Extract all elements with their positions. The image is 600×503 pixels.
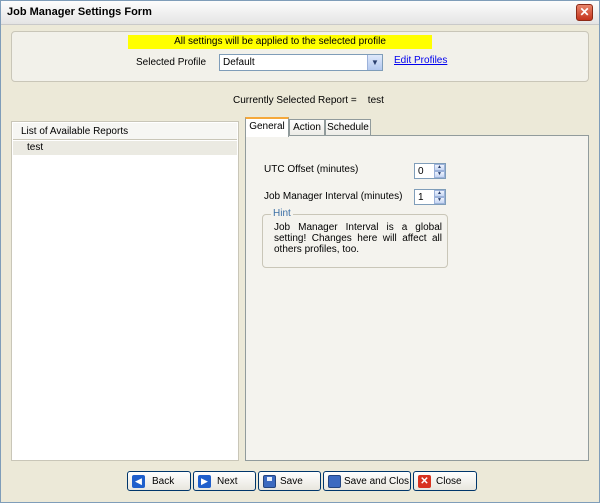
- spin-down-icon[interactable]: ▼: [434, 197, 445, 204]
- list-item-label: test: [27, 142, 44, 153]
- current-report-line: Currently Selected Report = test: [233, 95, 384, 106]
- interval-label: Job Manager Interval (minutes): [264, 191, 403, 202]
- tab-schedule[interactable]: Schedule: [325, 119, 371, 136]
- back-button[interactable]: ◀ Back: [127, 471, 191, 491]
- next-button-label: Next: [217, 476, 238, 487]
- selected-profile-label: Selected Profile: [136, 57, 207, 68]
- arrow-right-icon: ▶: [198, 475, 211, 488]
- arrow-left-icon: ◀: [132, 475, 145, 488]
- general-tab-panel: UTC Offset (minutes) 0 ▲ ▼ Job Manager I…: [245, 135, 589, 461]
- save-button-label: Save: [280, 476, 303, 487]
- chevron-down-icon[interactable]: ▼: [367, 55, 382, 70]
- profile-select[interactable]: Default ▼: [219, 54, 383, 71]
- title-bar[interactable]: Job Manager Settings Form ✕: [1, 1, 599, 25]
- interval-value: 1: [418, 192, 424, 203]
- window-title: Job Manager Settings Form: [7, 6, 152, 18]
- list-item[interactable]: test: [13, 141, 237, 155]
- tab-action[interactable]: Action: [289, 119, 325, 136]
- reports-list-header[interactable]: List of Available Reports: [13, 123, 237, 140]
- save-button[interactable]: Save: [258, 471, 321, 491]
- spin-up-icon[interactable]: ▲: [434, 164, 445, 171]
- hint-text: Job Manager Interval is a global setting…: [274, 222, 442, 255]
- tab-schedule-label: Schedule: [327, 122, 369, 133]
- button-bar: ◀ Back ▶ Next Save Save and Clos ✕ Close: [1, 468, 599, 502]
- back-button-label: Back: [152, 476, 175, 487]
- spin-up-icon[interactable]: ▲: [434, 190, 445, 197]
- save-and-close-icon: [328, 475, 341, 488]
- save-and-close-button-label: Save and Clos: [344, 476, 410, 487]
- close-button-label: Close: [436, 476, 462, 487]
- current-report-label: Currently Selected Report =: [233, 95, 357, 106]
- reports-list-header-label: List of Available Reports: [21, 126, 129, 137]
- tab-general[interactable]: General: [245, 117, 289, 137]
- profile-banner: All settings will be applied to the sele…: [128, 35, 432, 49]
- current-report-value: test: [367, 95, 384, 106]
- window-close-button[interactable]: ✕: [576, 4, 593, 21]
- close-button[interactable]: ✕ Close: [413, 471, 477, 491]
- settings-window: Job Manager Settings Form ✕ All settings…: [0, 0, 600, 503]
- profile-panel: All settings will be applied to the sele…: [11, 31, 589, 82]
- utc-offset-label: UTC Offset (minutes): [264, 164, 359, 175]
- floppy-disk-icon: [263, 475, 276, 488]
- utc-offset-spin-buttons: ▲ ▼: [434, 164, 445, 178]
- reports-list[interactable]: List of Available Reports test: [11, 121, 239, 461]
- interval-stepper[interactable]: 1 ▲ ▼: [414, 189, 446, 205]
- close-icon: ✕: [579, 5, 590, 19]
- hint-title: Hint: [271, 208, 293, 219]
- save-and-close-button[interactable]: Save and Clos: [323, 471, 411, 491]
- close-icon: ✕: [418, 475, 431, 488]
- next-button[interactable]: ▶ Next: [193, 471, 256, 491]
- edit-profiles-link[interactable]: Edit Profiles: [394, 55, 447, 66]
- profile-select-value: Default: [223, 57, 255, 68]
- tab-action-label: Action: [293, 122, 321, 133]
- tab-general-label: General: [249, 121, 285, 132]
- utc-offset-stepper[interactable]: 0 ▲ ▼: [414, 163, 446, 179]
- utc-offset-value: 0: [418, 166, 424, 177]
- interval-spin-buttons: ▲ ▼: [434, 190, 445, 204]
- spin-down-icon[interactable]: ▼: [434, 171, 445, 178]
- hint-box: Hint Job Manager Interval is a global se…: [262, 208, 448, 268]
